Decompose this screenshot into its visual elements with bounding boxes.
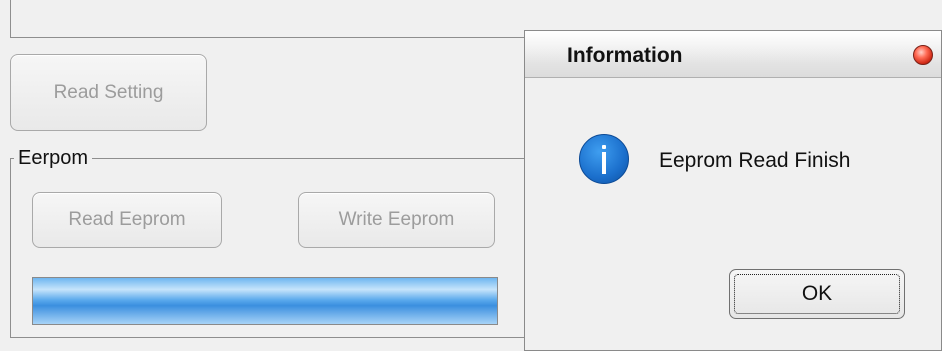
- write-eeprom-button[interactable]: Write Eeprom: [298, 192, 495, 248]
- app-window: Read Setting Eerpom Read Eeprom Write Ee…: [0, 0, 942, 351]
- ok-button[interactable]: OK: [729, 269, 905, 319]
- read-setting-button[interactable]: Read Setting: [10, 54, 207, 131]
- dialog-titlebar[interactable]: Information: [525, 31, 941, 78]
- dialog-message: Eeprom Read Finish: [659, 149, 851, 172]
- dialog-title: Information: [567, 44, 683, 67]
- eeprom-group-title: Eerpom: [14, 147, 93, 169]
- progress-fill: [33, 278, 497, 324]
- eeprom-progress-bar: [32, 277, 498, 325]
- ok-button-label: OK: [801, 282, 833, 305]
- information-dialog: Information Eeprom Read Finish OK: [524, 30, 942, 351]
- info-icon: [579, 134, 629, 184]
- read-eeprom-button[interactable]: Read Eeprom: [32, 192, 222, 248]
- close-icon[interactable]: [913, 45, 933, 65]
